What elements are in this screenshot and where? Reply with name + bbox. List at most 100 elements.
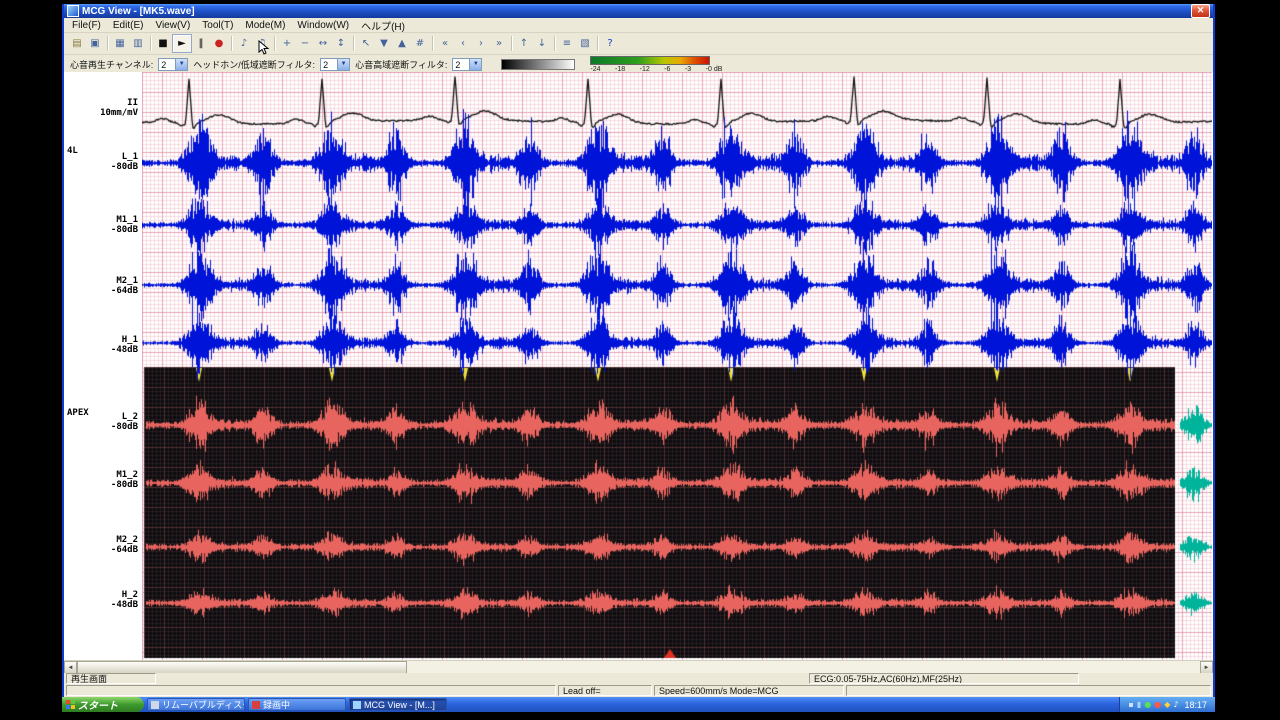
play-channel-select[interactable]: 2 ▼ [158, 58, 188, 71]
toolbar-separator [511, 36, 512, 51]
clock: 18:17 [1184, 700, 1207, 710]
window-title: MCG View - [MK5.wave] [82, 6, 1188, 17]
status-empty-cell [66, 685, 556, 696]
play-channel-label: 心音再生チャンネル: [70, 58, 153, 71]
task-button-icon [151, 701, 159, 709]
help-icon[interactable]: ? [601, 35, 619, 52]
titlebar[interactable]: MCG View - [MK5.wave] ✕ [64, 4, 1213, 18]
first-page-icon[interactable]: « [436, 35, 454, 52]
tray-icons: ▪▮●●◆♪ [1128, 701, 1178, 709]
volume-ramp-slider[interactable] [501, 59, 575, 70]
lowcut-filter-select[interactable]: 2 ▼ [320, 58, 350, 71]
app-window: MCG View - [MK5.wave] ✕ File(F)Edit(E)Vi… [62, 4, 1215, 697]
status-leadoff-cell: Lead off= [558, 685, 652, 696]
windows-logo-icon [66, 700, 75, 709]
next-page-icon[interactable]: › [472, 35, 490, 52]
menu-item-0[interactable]: File(F) [66, 20, 107, 31]
zoom-out-icon[interactable]: − [296, 35, 314, 52]
menu-item-6[interactable]: ヘルプ(H) [355, 18, 411, 33]
stop-icon[interactable]: ■ [154, 35, 172, 52]
close-icon[interactable]: ✕ [1191, 4, 1210, 18]
channel-label-ii: II10mm/mV [64, 98, 138, 118]
horizontal-scrollbar[interactable]: ◄ ► [64, 660, 1213, 674]
volume-tray-icon[interactable]: ♪ [1173, 701, 1178, 709]
channel-label-m1_2: M1_2-80dB [64, 470, 138, 490]
channel-labels: 4LAPEXII10mm/mVL_1-80dBM1_1-80dBM2_1-64d… [64, 72, 142, 660]
chevron-down-icon: ▼ [337, 59, 349, 70]
save-icon[interactable]: ▣ [86, 35, 104, 52]
grid-icon[interactable]: # [411, 35, 429, 52]
play-icon[interactable]: ► [172, 34, 192, 53]
sound-icon[interactable]: ♪ [235, 35, 253, 52]
highcut-filter-select[interactable]: 2 ▼ [452, 58, 482, 71]
channel-label-h_2: H_2-48dB [64, 590, 138, 610]
copy-icon[interactable]: ▥ [129, 35, 147, 52]
channel-label-m2_1: M2_1-64dB [64, 276, 138, 296]
task-button-icon [252, 701, 260, 709]
start-button[interactable]: スタート [62, 697, 144, 712]
level-meter: -24-18-12-6-3-0 dB [590, 56, 722, 73]
pause-icon[interactable]: ‖ [192, 35, 210, 52]
marker-up-icon[interactable]: ▲ [393, 35, 411, 52]
network-tray-icon[interactable]: ▮ [1137, 701, 1141, 709]
statusbar-row-1: 再生画面 ECG:0.05-75Hz,AC(60Hz),MF(25Hz) [64, 673, 1213, 685]
prev-page-icon[interactable]: ‹ [454, 35, 472, 52]
level-meter-bar [590, 56, 710, 65]
toolbar-separator [107, 36, 108, 51]
scroll-up-icon[interactable]: ↑ [515, 35, 533, 52]
scroll-down-icon[interactable]: ↓ [533, 35, 551, 52]
statusbar: 再生画面 ECG:0.05-75Hz,AC(60Hz),MF(25Hz) Lea… [64, 673, 1213, 697]
select-tool-icon[interactable]: ↖ [357, 35, 375, 52]
display-tray-icon[interactable]: ▪ [1128, 701, 1133, 709]
highcut-filter-label: 心音高域遮断フィルタ: [355, 58, 447, 71]
statusbar-row-2: Lead off= Speed=600mm/s Mode=MCG [64, 685, 1213, 697]
task-button-icon [353, 701, 361, 709]
shield-tray-icon[interactable]: ◆ [1164, 701, 1170, 709]
mouse-cursor [258, 40, 272, 56]
toolbar-separator [597, 36, 598, 51]
menubar: File(F)Edit(E)View(V)Tool(T)Mode(M)Windo… [64, 18, 1213, 33]
task-buttons: リムーバブルディスク (F:)録画中MCG View - [M...] [144, 698, 447, 711]
lowcut-filter-label: ヘッドホン/低域遮断フィルタ: [193, 58, 315, 71]
channel-label-m2_2: M2_2-64dB [64, 535, 138, 555]
zoom-in-icon[interactable]: + [278, 35, 296, 52]
channel-label-h_1: H_1-48dB [64, 335, 138, 355]
channel-label-l_1: L_1-80dB [64, 152, 138, 172]
task-button-0[interactable]: リムーバブルディスク (F:) [147, 698, 245, 711]
fit-height-icon[interactable]: ↕ [332, 35, 350, 52]
waveform-canvas[interactable] [142, 72, 1212, 660]
channel-label-l_2: L_2-80dB [64, 412, 138, 432]
taskbar: スタート リムーバブルディスク (F:)録画中MCG View - [M...]… [62, 697, 1215, 712]
chevron-down-icon: ▼ [175, 59, 187, 70]
channel-label-m1_1: M1_1-80dB [64, 215, 138, 235]
screen: MCG View - [MK5.wave] ✕ File(F)Edit(E)Vi… [0, 0, 1280, 720]
menu-item-4[interactable]: Mode(M) [239, 20, 291, 31]
toolbar-separator [353, 36, 354, 51]
status-ecg-filter-cell: ECG:0.05-75Hz,AC(60Hz),MF(25Hz) [809, 673, 1079, 684]
open-icon[interactable]: ▤ [68, 35, 86, 52]
settings-icon[interactable]: ≡ [558, 35, 576, 52]
status-speed-mode-cell: Speed=600mm/s Mode=MCG [654, 685, 844, 696]
waveform-view: 4LAPEXII10mm/mVL_1-80dBM1_1-80dBM2_1-64d… [64, 72, 1213, 660]
chevron-down-icon: ▼ [469, 59, 481, 70]
toolbar-separator [150, 36, 151, 51]
status-red-tray-icon[interactable]: ● [1154, 701, 1161, 709]
menu-item-3[interactable]: Tool(T) [196, 20, 239, 31]
status-green-tray-icon[interactable]: ● [1144, 701, 1151, 709]
task-button-2[interactable]: MCG View - [M...] [349, 698, 447, 711]
app-icon [67, 5, 79, 17]
status-mode-cell: 再生画面 [66, 673, 156, 684]
toolbar-separator [274, 36, 275, 51]
menu-item-1[interactable]: Edit(E) [107, 20, 150, 31]
toolbar: ▤▣▦▥■►‖●♪♫+−↔↕↖▼▲#«‹›»↑↓≡▧? [64, 33, 1213, 55]
menu-item-2[interactable]: View(V) [149, 20, 196, 31]
task-button-1[interactable]: 録画中 [248, 698, 346, 711]
toolbar-separator [554, 36, 555, 51]
marker-down-icon[interactable]: ▼ [375, 35, 393, 52]
print-icon[interactable]: ▦ [111, 35, 129, 52]
last-page-icon[interactable]: » [490, 35, 508, 52]
record-icon[interactable]: ● [210, 35, 228, 52]
menu-item-5[interactable]: Window(W) [291, 20, 355, 31]
fit-width-icon[interactable]: ↔ [314, 35, 332, 52]
layout-icon[interactable]: ▧ [576, 35, 594, 52]
